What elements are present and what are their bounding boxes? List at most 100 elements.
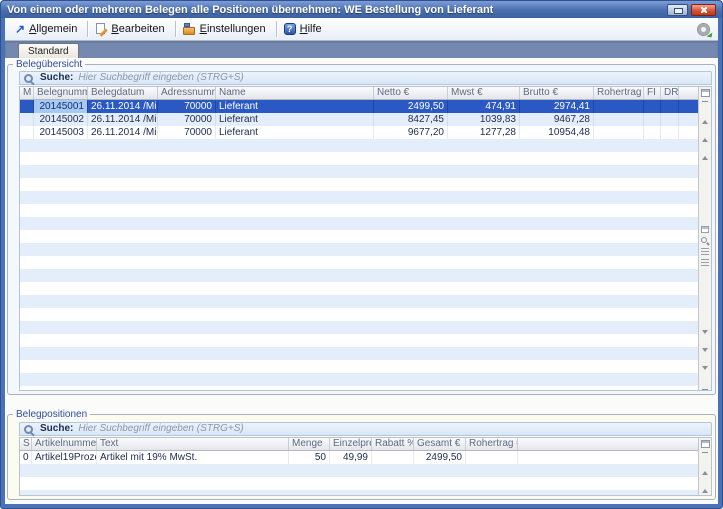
column-header[interactable]: Rohertrag €: [594, 87, 644, 99]
menu-item-hilfe[interactable]: ? Hilfe: [280, 21, 329, 37]
grid-cell[interactable]: 70000: [158, 113, 216, 126]
grid-cell[interactable]: 50: [289, 451, 330, 464]
grid-cell[interactable]: [372, 451, 414, 464]
column-chooser-icon[interactable]: [701, 89, 710, 97]
grid-cell[interactable]: [661, 126, 679, 139]
grid-cell[interactable]: 26.11.2014 /Mi: [88, 113, 158, 126]
grid-cell[interactable]: [594, 100, 644, 113]
page-up-icon[interactable]: [702, 121, 708, 139]
summary-rows-icon[interactable]: [701, 259, 709, 266]
search-icon: [24, 424, 35, 435]
column-header[interactable]: Rohertrag €: [466, 438, 518, 450]
column-header[interactable]: Einzelpreis €: [330, 438, 372, 450]
grid-cell[interactable]: [661, 100, 679, 113]
column-chooser-icon[interactable]: [701, 440, 710, 448]
positionen-search-input[interactable]: Suche: Hier Suchbegriff eingeben (STRG+S…: [19, 422, 712, 436]
grid-cell[interactable]: [661, 113, 679, 126]
first-record-icon[interactable]: [702, 101, 708, 121]
first-record-icon[interactable]: [702, 452, 708, 472]
grid-cell[interactable]: [644, 100, 661, 113]
arrow-ne-icon: ↗: [15, 23, 25, 35]
page-up-icon[interactable]: [702, 472, 708, 490]
grid-cell[interactable]: 2974,41: [520, 100, 594, 113]
search-placeholder: Hier Suchbegriff eingeben (STRG+S): [78, 423, 243, 435]
edit-document-icon: [95, 23, 107, 36]
column-header[interactable]: Text: [97, 438, 289, 450]
grid-cell[interactable]: Artikel mit 19% MwSt.: [97, 451, 289, 464]
menu-item-bearbeiten[interactable]: Bearbeiten: [91, 21, 171, 38]
grid-cell[interactable]: 9467,28: [520, 113, 594, 126]
grid-cell[interactable]: 10954,48: [520, 126, 594, 139]
column-header[interactable]: Adressnumm: [158, 87, 216, 99]
grid-cell[interactable]: 70000: [158, 100, 216, 113]
prev-record-icon[interactable]: [702, 139, 708, 157]
column-header[interactable]: Brutto €: [520, 87, 594, 99]
grid-cell[interactable]: 474,91: [448, 100, 520, 113]
column-header[interactable]: Artikelnummer: [32, 438, 97, 450]
column-header[interactable]: FI: [644, 87, 661, 99]
grid-cell[interactable]: [466, 451, 518, 464]
search-placeholder: Hier Suchbegriff eingeben (STRG+S): [78, 72, 243, 84]
grid-cell[interactable]: 9677,20: [374, 126, 448, 139]
menu-item-einstellungen[interactable]: Einstellungen: [179, 21, 273, 37]
grid-cell[interactable]: Lieferant: [216, 126, 374, 139]
column-header[interactable]: M: [20, 87, 34, 99]
grid-cell[interactable]: 1039,83: [448, 113, 520, 126]
grid-cell[interactable]: 26.11.2014 /Mi: [88, 100, 158, 113]
beleg-search-input[interactable]: Suche: Hier Suchbegriff eingeben (STRG+S…: [19, 71, 712, 85]
grid-cell[interactable]: [594, 126, 644, 139]
grid-cell-focused[interactable]: 20145001: [34, 100, 88, 113]
grid-cell[interactable]: 8427,45: [374, 113, 448, 126]
column-header[interactable]: Mwst €: [448, 87, 520, 99]
card-view-icon[interactable]: [701, 226, 709, 233]
grid-cell[interactable]: 20145002: [34, 113, 88, 126]
grid-cell[interactable]: 2499,50: [374, 100, 448, 113]
grid-cell[interactable]: 1277,28: [448, 126, 520, 139]
column-header[interactable]: Menge: [289, 438, 330, 450]
dialog-window: Von einem oder mehreren Belegen alle Pos…: [0, 0, 723, 509]
content-panel: Belegübersicht Suche: Hier Suchbegriff e…: [5, 58, 718, 504]
grid-search-icon[interactable]: [701, 236, 710, 245]
table-row[interactable]: 20145001 26.11.2014 /Mi 70000 Lieferant …: [20, 100, 698, 113]
grid-cell[interactable]: [20, 126, 34, 139]
column-header[interactable]: Netto €: [374, 87, 448, 99]
tab-standard[interactable]: Standard: [18, 43, 79, 58]
column-header[interactable]: Name: [216, 87, 374, 99]
menu-label: Bearbeiten: [111, 23, 164, 35]
table-row[interactable]: 0 Artikel19Prozent Artikel mit 19% MwSt.…: [20, 451, 698, 464]
last-record-icon[interactable]: [702, 370, 708, 390]
title-bar[interactable]: Von einem oder mehreren Belegen alle Pos…: [1, 1, 722, 18]
settings-sync-icon[interactable]: [697, 23, 710, 36]
prev-record-icon[interactable]: [702, 490, 708, 496]
column-header[interactable]: Gesamt €: [414, 438, 466, 450]
column-header[interactable]: Rabatt %: [372, 438, 414, 450]
column-header-filler: [679, 87, 698, 99]
grid-cell[interactable]: Artikel19Prozent: [32, 451, 97, 464]
grid-cell[interactable]: 20145003: [34, 126, 88, 139]
grid-cell[interactable]: [20, 113, 34, 126]
column-header[interactable]: DR: [661, 87, 679, 99]
column-header[interactable]: Belegnumme: [34, 87, 88, 99]
column-header[interactable]: S: [20, 438, 32, 450]
menu-item-allgemein[interactable]: ↗ Allgemein: [11, 21, 84, 37]
grid-cell[interactable]: Lieferant: [216, 100, 374, 113]
grid-cell[interactable]: 70000: [158, 126, 216, 139]
grid-cell[interactable]: [20, 100, 34, 113]
filter-rows-icon[interactable]: [701, 248, 709, 255]
empty-rows-area: [20, 464, 698, 495]
grid-cell[interactable]: Lieferant: [216, 113, 374, 126]
toolbar-separator: [87, 21, 88, 37]
grid-cell[interactable]: [644, 126, 661, 139]
close-icon[interactable]: [691, 4, 716, 16]
grid-cell[interactable]: 26.11.2014 /Mi: [88, 126, 158, 139]
grid-cell[interactable]: [594, 113, 644, 126]
table-row[interactable]: 20145003 26.11.2014 /Mi 70000 Lieferant …: [20, 126, 698, 139]
grid-cell[interactable]: 0: [20, 451, 32, 464]
toolbar-right: [695, 23, 712, 36]
table-row[interactable]: 20145002 26.11.2014 /Mi 70000 Lieferant …: [20, 113, 698, 126]
grid-cell[interactable]: 2499,50: [414, 451, 466, 464]
grid-cell[interactable]: [644, 113, 661, 126]
minimize-icon[interactable]: [667, 4, 688, 16]
grid-cell[interactable]: 49,99: [330, 451, 372, 464]
column-header[interactable]: Belegdatum: [88, 87, 158, 99]
